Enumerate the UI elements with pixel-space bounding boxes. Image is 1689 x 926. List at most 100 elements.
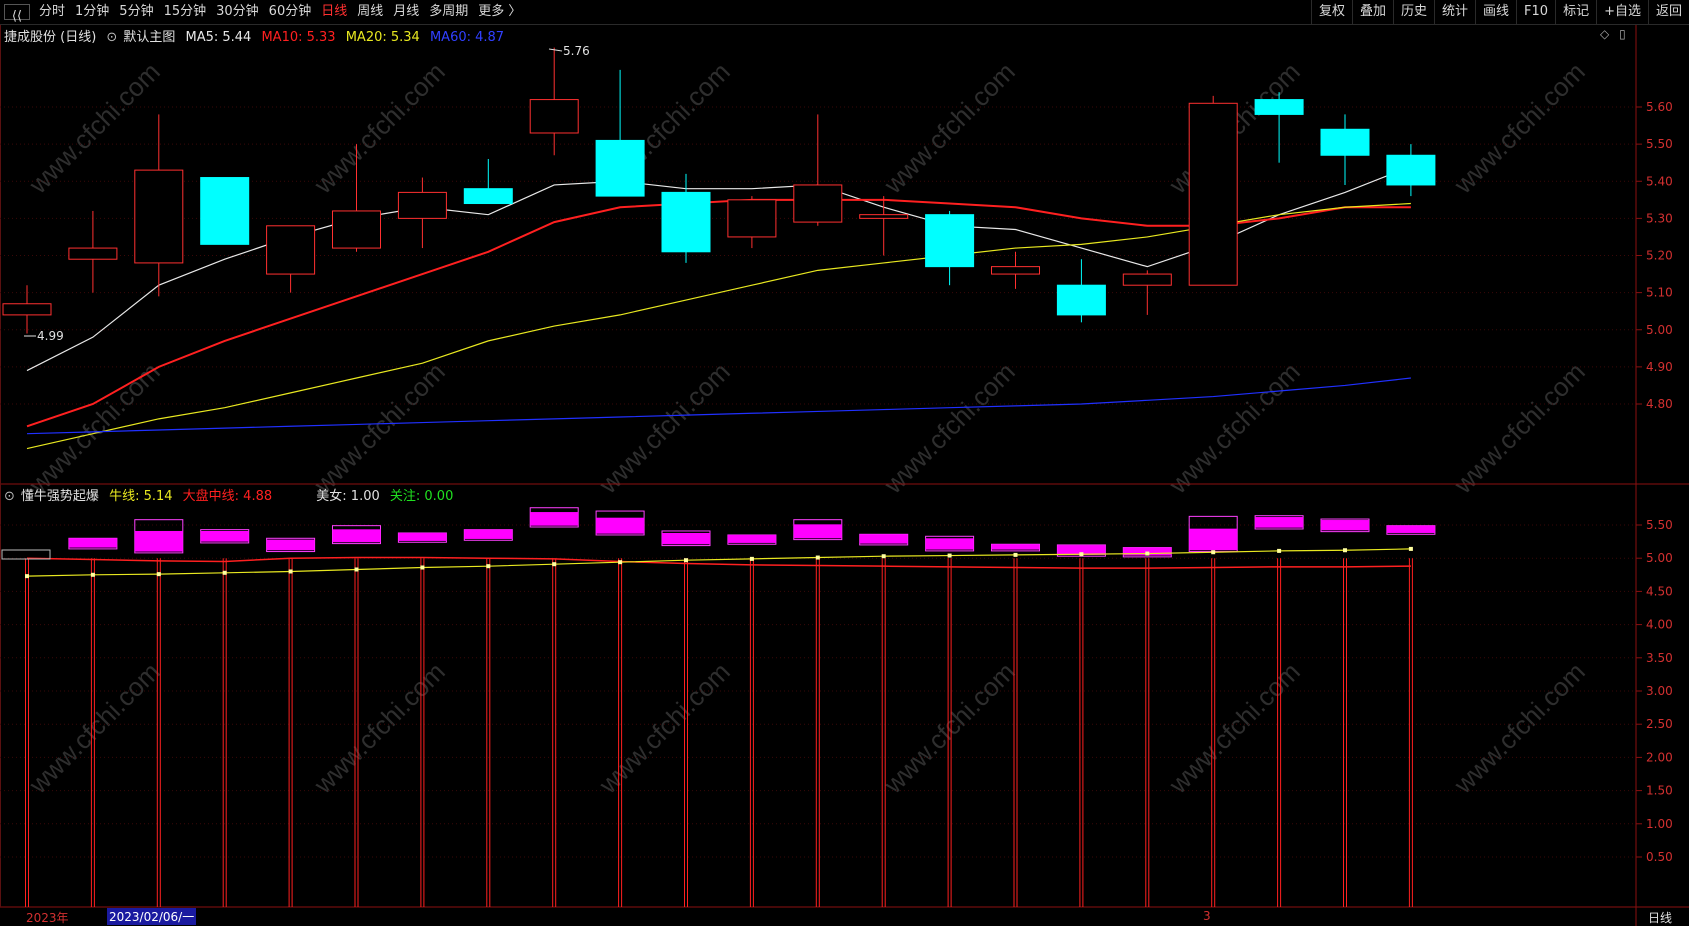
main-tick-label: 5.30 [1646,211,1673,225]
sub-tick-label: 2.00 [1646,750,1673,764]
niu-point [1013,552,1018,557]
box-fill [991,544,1040,550]
window-icon[interactable]: ▯ [1619,27,1626,41]
niu-point [749,556,754,561]
candle-body [200,177,250,245]
chart-area[interactable]: www.cfchi.com www.cfchi.com www.cfchi.com w… [0,25,1689,926]
watermark-text: www.cfchi.com [592,656,735,799]
candle-body [397,191,447,219]
return-button[interactable]: 返回 [1647,0,1689,24]
f10-button[interactable]: F10 [1516,0,1555,24]
sub-legend: ⊙ 懂牛强势起爆 牛线: 5.14 大盘中线: 4.88 美女: 1.00 关注:… [4,485,459,504]
box-fill [464,529,513,539]
tab-60min[interactable]: 60分钟 [264,0,317,24]
stats-button[interactable]: 统计 [1434,0,1475,24]
box-fill [596,517,645,534]
candle [1320,114,1370,185]
back-arrow-icon[interactable]: ⟨⟨ [4,4,30,24]
diamond-icon[interactable]: ◇ [1600,27,1609,41]
history-button[interactable]: 历史 [1392,0,1434,24]
month-mark-label: 3 [1203,909,1211,923]
tab-1min[interactable]: 1分钟 [70,0,114,24]
sub-tick-label: 3.50 [1646,651,1673,665]
candle-body [925,214,975,268]
tab-5min[interactable]: 5分钟 [114,0,158,24]
candle-body [661,191,711,253]
candle [925,210,975,286]
watermark-text: www.cfchi.com [307,656,450,799]
candle-body [1386,154,1436,186]
candle-body [595,139,645,197]
box-fill [200,530,249,542]
tab-multi-period[interactable]: 多周期 [424,0,473,24]
sub-y-axis: 5.50 5.00 4.50 4.00 3.50 3.00 2.50 2.00 1.50 1.00… [1636,518,1673,864]
candle-body [134,169,184,264]
tab-15min[interactable]: 15分钟 [159,0,212,24]
watermark-text: www.cfchi.com [1447,56,1590,199]
sub-tick-label: 1.50 [1646,784,1673,798]
niu-point [1408,546,1413,551]
box-fill [1321,520,1369,531]
high-arrow-icon [548,48,563,52]
box-fill [662,532,710,545]
main-tick-label: 4.80 [1646,397,1673,411]
tab-monthly[interactable]: 月线 [388,0,424,24]
niu-point [815,555,820,560]
niu-point [1079,552,1084,557]
main-tick-label: 5.60 [1646,100,1673,114]
candle [1188,95,1238,286]
dapan-line-value: 大盘中线: 4.88 [182,489,273,504]
sub-tick-label: 4.50 [1646,584,1673,598]
candle-body [1056,284,1106,316]
main-tick-label: 5.00 [1646,323,1673,337]
candle-body [859,214,909,219]
candle [2,285,52,334]
niu-point [288,569,293,574]
main-legend: 捷成股份 (日线) ⊙ 默认主图 MA5: 5.44 MA10: 5.33 MA2… [4,26,510,45]
candle-body [463,188,513,205]
guanzhu-value: 关注: 0.00 [389,489,454,504]
niu-line-value: 牛线: 5.14 [109,489,173,504]
draw-button[interactable]: 画线 [1475,0,1516,24]
candle-body [991,266,1040,275]
chevron-down-icon[interactable]: ⊙ [106,30,117,45]
overlay-button[interactable]: 叠加 [1351,0,1393,24]
candle [991,251,1040,289]
watermark-text: www.cfchi.com [22,356,165,499]
tab-weekly[interactable]: 周线 [352,0,388,24]
sub-tick-label: 4.00 [1646,618,1673,632]
template-name[interactable]: 默认主图 [123,30,175,45]
sub-tick-label: 5.00 [1646,551,1673,565]
ma10-value: MA10: 5.33 [261,30,336,45]
tab-30min[interactable]: 30分钟 [211,0,264,24]
candle [859,196,909,256]
mark-button[interactable]: 标记 [1555,0,1596,24]
box-fill [530,512,579,526]
candle [200,177,250,245]
main-y-axis: 5.60 5.50 5.40 5.30 5.20 5.10 5.00 4.90 4.80 [1636,100,1673,411]
candle-body [68,247,118,260]
main-tick-label: 5.20 [1646,249,1673,263]
box-fill [1189,528,1238,551]
tab-daily[interactable]: 日线 [316,0,352,24]
collapse-icon[interactable]: ⊙ [4,489,15,504]
add-watchlist-button[interactable]: +自选 [1596,0,1648,24]
niu-point [354,567,359,572]
sub-tick-label: 0.50 [1646,850,1673,864]
niu-point [684,558,688,563]
niu-point [552,562,557,567]
indicator-name[interactable]: 懂牛强势起爆 [21,489,99,504]
watermark-text: www.cfchi.com [1447,356,1590,499]
tab-more[interactable]: 更多 〉 [473,0,526,24]
tab-fenshi[interactable]: 分时 [34,0,70,24]
niu-point [25,574,29,579]
niu-point [881,554,886,559]
candle-body [1320,128,1370,156]
box-fill [1255,517,1304,528]
stock-name[interactable]: 捷成股份 (日线) [4,30,96,45]
box-fill [1386,525,1435,533]
fuquan-button[interactable]: 复权 [1310,0,1352,24]
candle [793,114,843,226]
niu-point [1343,548,1347,553]
sub-tick-label: 3.00 [1646,684,1673,698]
